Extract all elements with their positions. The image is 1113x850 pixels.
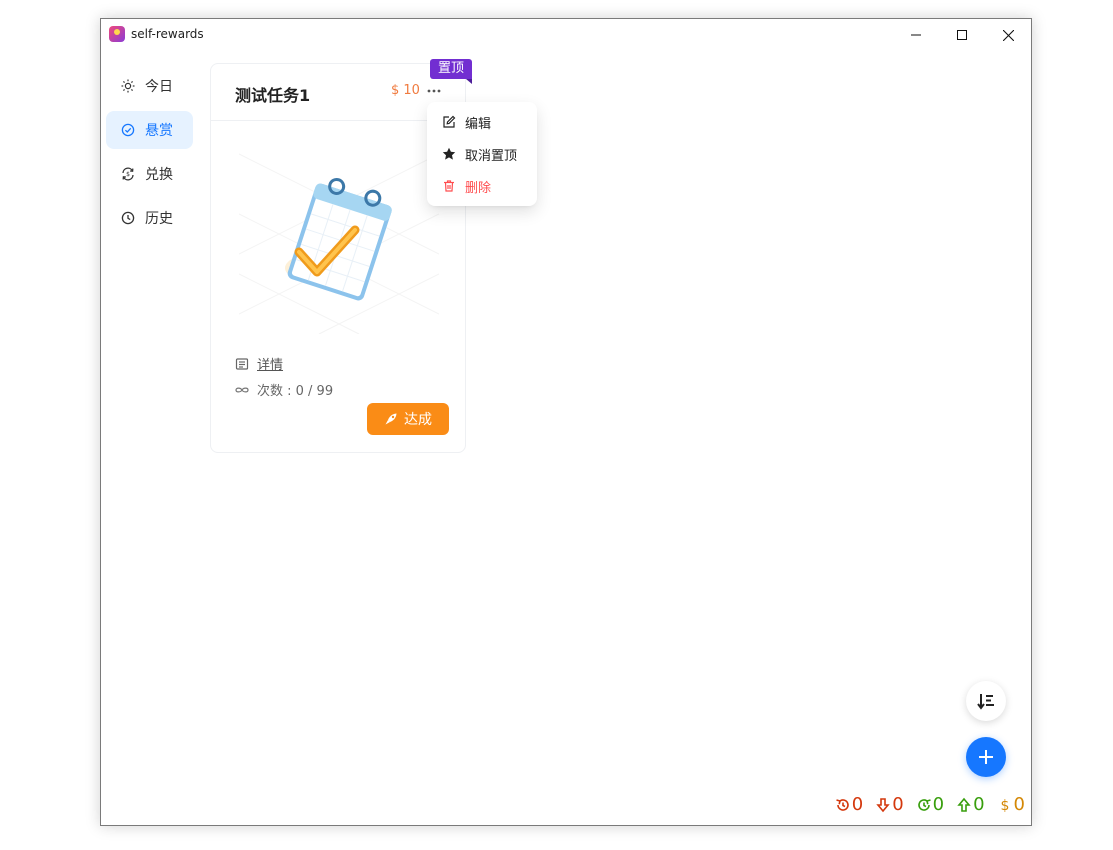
menu-item-label: 删除 [465,180,492,196]
stat-down: 0 [875,794,904,815]
down-arrow-icon [876,797,890,812]
dollar-icon: $ [1000,798,1009,813]
star-icon [442,147,456,161]
menu-item-delete[interactable]: 删除 [427,170,537,202]
sidebar-item-rewards[interactable]: 悬赏 [106,111,193,149]
app-window: self-rewards 今日 悬赏 $ 兑换 历史 测试任务1 $ 10 详情… [100,18,1032,826]
undo-clock-icon [836,798,849,811]
task-title: 测试任务1 [235,86,311,105]
stat-value: 0 [1013,794,1025,815]
stats-bar: 0 0 0 0 $ 0 [835,794,1025,815]
sidebar-item-label: 悬赏 [145,123,173,139]
maximize-icon [957,30,967,40]
app-logo-icon [109,26,125,42]
sidebar-item-exchange[interactable]: $ 兑换 [106,155,193,193]
check-circle-icon [121,123,135,137]
stat-redo: 0 [916,794,944,815]
task-image [238,134,440,335]
document-icon [235,357,249,371]
up-arrow-icon [957,797,971,812]
stat-coins: $ 0 [997,794,1025,815]
sort-button[interactable] [966,681,1006,721]
redo-clock-icon [917,798,931,811]
svg-text:$: $ [126,171,130,178]
achieve-button[interactable]: 达成 [367,403,449,435]
sidebar-item-label: 兑换 [145,167,173,183]
count-row: 次数 : 0 / 99 [235,380,333,399]
sort-icon [977,694,994,710]
menu-item-edit[interactable]: 编辑 [427,106,537,138]
task-reward: $ 10 [391,83,420,98]
close-icon [1002,29,1014,41]
history-icon [121,211,135,225]
rocket-icon [385,413,397,425]
plus-icon [979,750,993,764]
minimize-button[interactable] [893,19,939,51]
sidebar-item-history[interactable]: 历史 [106,199,193,237]
sidebar-item-label: 今日 [145,79,173,95]
stat-value: 0 [932,794,945,815]
add-task-button[interactable] [966,737,1006,777]
edit-icon [442,115,456,129]
menu-item-unpin[interactable]: 取消置顶 [427,138,537,170]
stat-value: 0 [973,794,985,815]
sidebar-item-label: 历史 [145,211,173,227]
stat-value: 0 [851,794,864,815]
exchange-icon: $ [121,167,135,181]
count-text: 次数 : 0 / 99 [257,384,334,399]
maximize-button[interactable] [939,19,985,51]
achieve-label: 达成 [404,412,432,428]
stat-up: 0 [956,794,985,815]
close-button[interactable] [985,19,1031,51]
more-icon [427,89,441,93]
stat-value: 0 [892,794,904,815]
window-title: self-rewards [131,27,204,41]
title-bar[interactable]: self-rewards [101,19,1031,51]
minimize-icon [911,34,921,36]
menu-item-label: 编辑 [465,116,492,132]
infinity-icon [235,383,249,397]
trash-icon [442,179,456,193]
stat-undo: 0 [835,794,863,815]
menu-item-label: 取消置顶 [465,148,518,164]
context-menu: 编辑 取消置顶 删除 [427,102,537,206]
sun-icon [121,79,135,93]
svg-text:$: $ [1000,798,1009,813]
sidebar-item-today[interactable]: 今日 [106,67,193,105]
more-options-button[interactable] [425,82,443,98]
pinned-badge: 置顶 [430,59,473,84]
detail-link[interactable]: 详情 [257,354,283,373]
detail-row[interactable]: 详情 [235,354,283,373]
